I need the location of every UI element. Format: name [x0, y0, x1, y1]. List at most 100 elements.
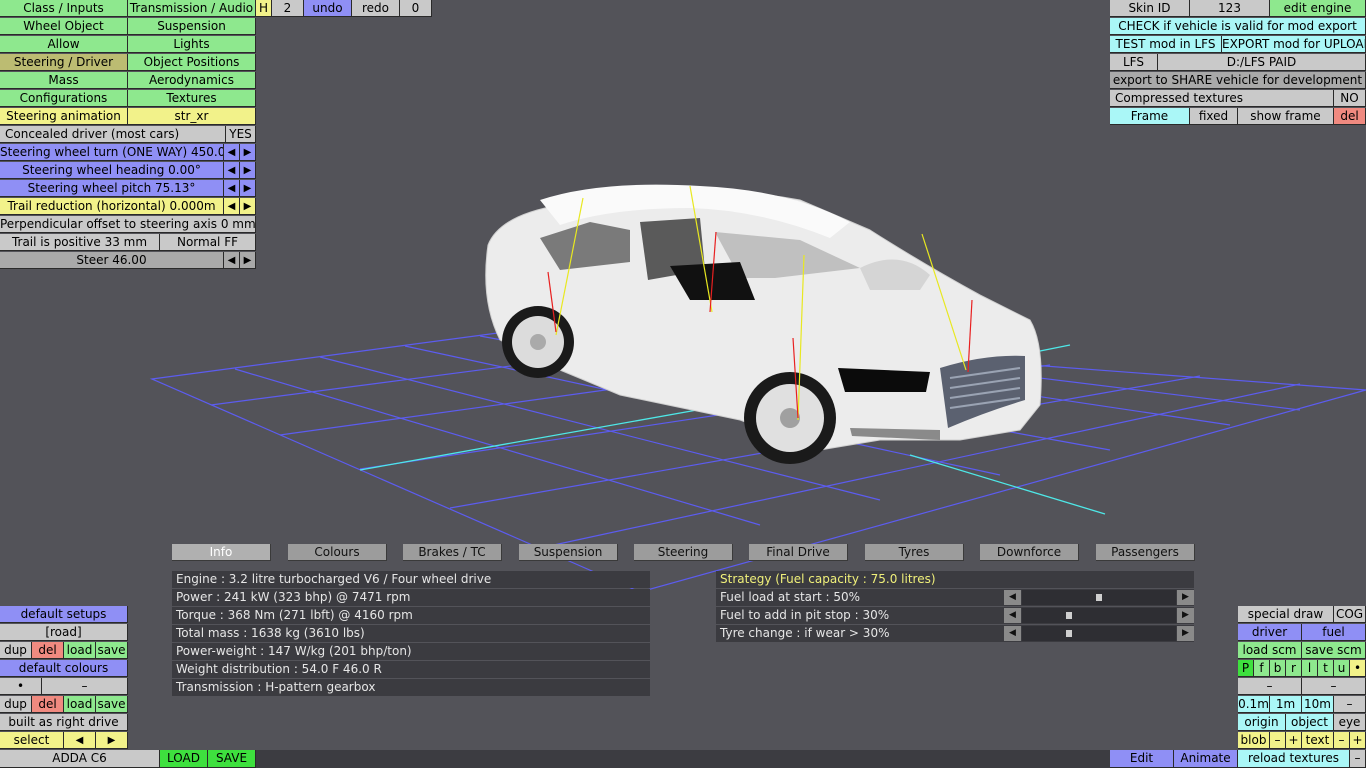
dash-button-1[interactable]: –: [1238, 678, 1302, 695]
view-dot-button[interactable]: •: [1350, 660, 1366, 677]
wheel-heading-decrease[interactable]: ◀: [224, 162, 240, 179]
blob-plus-button[interactable]: +: [1286, 732, 1302, 749]
fuel-pit-decrease[interactable]: ◀: [1004, 608, 1021, 623]
zoom-10m-button[interactable]: 10m: [1302, 696, 1334, 713]
steering-wheel-turn[interactable]: Steering wheel turn (ONE WAY) 450.00°: [0, 144, 224, 161]
fuel-start-slider[interactable]: [1022, 590, 1176, 605]
tab-suspension[interactable]: Suspension: [519, 544, 618, 561]
edit-mode-button[interactable]: Edit: [1110, 750, 1174, 768]
trail-reduction-increase[interactable]: ▶: [240, 198, 256, 215]
menu-lights[interactable]: Lights: [128, 36, 256, 53]
driver-button[interactable]: driver: [1238, 624, 1302, 641]
test-mod-button[interactable]: TEST mod in LFS: [1110, 36, 1222, 53]
steering-wheel-pitch[interactable]: Steering wheel pitch 75.13°: [0, 180, 224, 197]
tyre-change-slider[interactable]: [1022, 626, 1176, 641]
menu-wheel-object[interactable]: Wheel Object: [0, 18, 128, 35]
fuel-pit-knob[interactable]: [1066, 612, 1072, 619]
frame-button[interactable]: Frame: [1110, 108, 1190, 125]
colour-del-button[interactable]: del: [32, 696, 64, 713]
view-l-button[interactable]: l: [1302, 660, 1318, 677]
skin-id-value[interactable]: 123: [1190, 0, 1270, 17]
delete-frame-button[interactable]: del: [1334, 108, 1366, 125]
origin-button[interactable]: origin: [1238, 714, 1286, 731]
wheel-pitch-decrease[interactable]: ◀: [224, 180, 240, 197]
animate-mode-button[interactable]: Animate: [1174, 750, 1238, 768]
tyre-change-increase[interactable]: ▶: [1177, 626, 1194, 641]
setup-del-button[interactable]: del: [32, 642, 64, 659]
two-button[interactable]: 2: [272, 0, 304, 17]
tyre-change-knob[interactable]: [1066, 630, 1072, 637]
tab-steering[interactable]: Steering: [634, 544, 733, 561]
blob-minus-button[interactable]: –: [1270, 732, 1286, 749]
menu-suspension[interactable]: Suspension: [128, 18, 256, 35]
view-u-button[interactable]: u: [1334, 660, 1350, 677]
tab-info[interactable]: Info: [172, 544, 271, 561]
tab-tyres[interactable]: Tyres: [865, 544, 964, 561]
setup-selector[interactable]: [road]: [0, 624, 128, 641]
export-share-button[interactable]: export to SHARE vehicle for development: [1110, 72, 1366, 89]
view-r-button[interactable]: r: [1286, 660, 1302, 677]
tab-final-drive[interactable]: Final Drive: [749, 544, 848, 561]
fuel-start-decrease[interactable]: ◀: [1004, 590, 1021, 605]
undo-button[interactable]: undo: [304, 0, 352, 17]
h-button[interactable]: H: [256, 0, 272, 17]
object-button[interactable]: object: [1286, 714, 1334, 731]
reload-textures-button[interactable]: reload textures: [1238, 750, 1350, 768]
wheel-turn-increase[interactable]: ▶: [240, 144, 256, 161]
colour-dup-button[interactable]: dup: [0, 696, 32, 713]
text-plus-button[interactable]: +: [1350, 732, 1366, 749]
menu-textures[interactable]: Textures: [128, 90, 256, 107]
fixed-button[interactable]: fixed: [1190, 108, 1238, 125]
tab-brakes-tc[interactable]: Brakes / TC: [403, 544, 502, 561]
menu-mass[interactable]: Mass: [0, 72, 128, 89]
blob-button[interactable]: blob: [1238, 732, 1270, 749]
reload-minus-button[interactable]: –: [1350, 750, 1366, 768]
steering-animation-label[interactable]: Steering animation: [0, 108, 128, 125]
tyre-change-decrease[interactable]: ◀: [1004, 626, 1021, 641]
view-p-button[interactable]: P: [1238, 660, 1254, 677]
view-b-button[interactable]: b: [1270, 660, 1286, 677]
steer-decrease[interactable]: ◀: [224, 252, 240, 269]
setup-dup-button[interactable]: dup: [0, 642, 32, 659]
check-valid-button[interactable]: CHECK if vehicle is valid for mod export: [1110, 18, 1366, 35]
cog-button[interactable]: COG: [1334, 606, 1366, 623]
colour-save-button[interactable]: save: [96, 696, 128, 713]
dash-button-2[interactable]: –: [1302, 678, 1366, 695]
zoom-1m-button[interactable]: 1m: [1270, 696, 1302, 713]
load-car-button[interactable]: LOAD: [160, 750, 208, 768]
view-t-button[interactable]: t: [1318, 660, 1334, 677]
eye-button[interactable]: eye: [1334, 714, 1366, 731]
menu-allow[interactable]: Allow: [0, 36, 128, 53]
steering-animation-value[interactable]: str_xr: [128, 108, 256, 125]
view-f-button[interactable]: f: [1254, 660, 1270, 677]
select-button[interactable]: select: [0, 732, 64, 749]
built-right-drive-toggle[interactable]: built as right drive: [0, 714, 128, 731]
menu-transmission-audio[interactable]: Transmission / Audio: [128, 0, 256, 17]
wheel-heading-increase[interactable]: ▶: [240, 162, 256, 179]
fuel-pit-slider[interactable]: [1022, 608, 1176, 623]
colour-dash-button[interactable]: –: [42, 678, 128, 695]
menu-aerodynamics[interactable]: Aerodynamics: [128, 72, 256, 89]
show-frame-button[interactable]: show frame: [1238, 108, 1334, 125]
wheel-pitch-increase[interactable]: ▶: [240, 180, 256, 197]
steering-wheel-heading[interactable]: Steering wheel heading 0.00°: [0, 162, 224, 179]
concealed-driver-toggle[interactable]: YES: [226, 126, 256, 143]
colour-load-button[interactable]: load: [64, 696, 96, 713]
redo-button[interactable]: redo: [352, 0, 400, 17]
tab-passengers[interactable]: Passengers: [1096, 544, 1195, 561]
menu-class-inputs[interactable]: Class / Inputs: [0, 0, 128, 17]
text-minus-button[interactable]: –: [1334, 732, 1350, 749]
default-colours-button[interactable]: default colours: [0, 660, 128, 677]
fuel-pit-increase[interactable]: ▶: [1177, 608, 1194, 623]
default-setups-button[interactable]: default setups: [0, 606, 128, 623]
menu-object-positions[interactable]: Object Positions: [128, 54, 256, 71]
select-prev-button[interactable]: ◀: [64, 732, 96, 749]
zero-counter[interactable]: 0: [400, 0, 432, 17]
steer-increase[interactable]: ▶: [240, 252, 256, 269]
select-next-button[interactable]: ▶: [96, 732, 128, 749]
steer-slider[interactable]: Steer 46.00: [0, 252, 224, 269]
trail-reduction[interactable]: Trail reduction (horizontal) 0.000m: [0, 198, 224, 215]
tab-downforce[interactable]: Downforce: [980, 544, 1079, 561]
save-scm-button[interactable]: save scm: [1302, 642, 1366, 659]
zoom-01m-button[interactable]: 0.1m: [1238, 696, 1270, 713]
